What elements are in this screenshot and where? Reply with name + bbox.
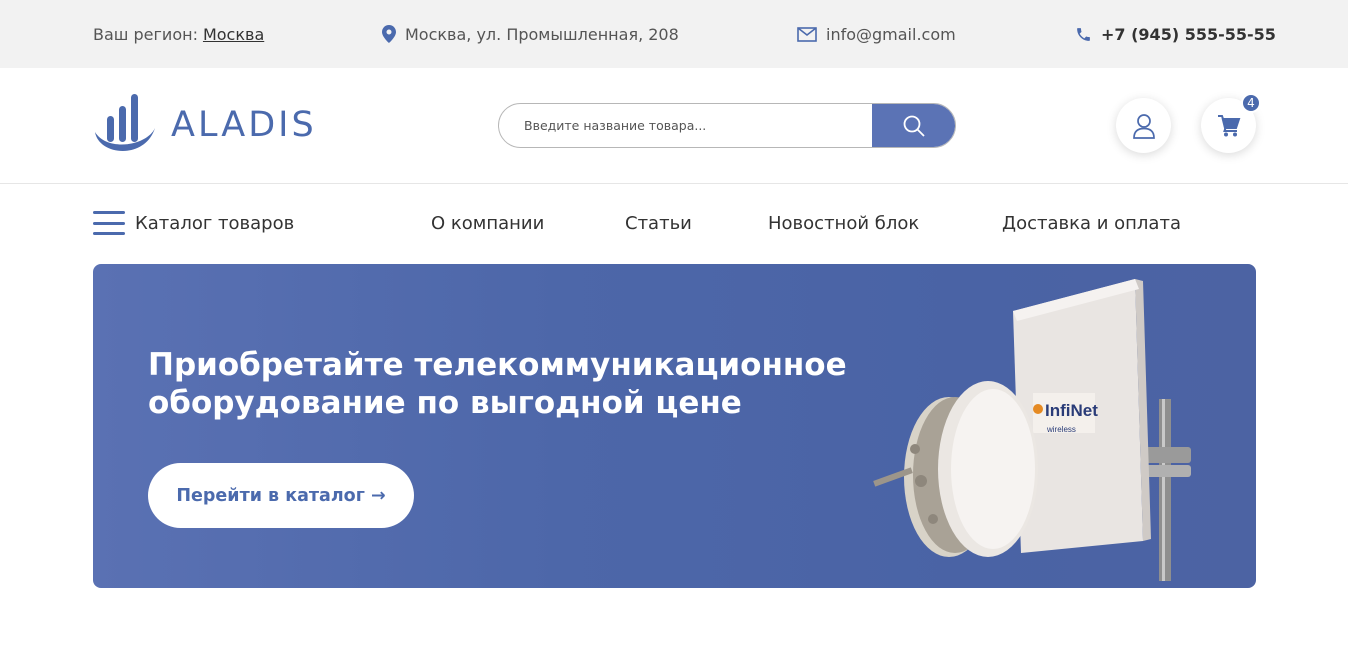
location-pin-icon	[382, 25, 396, 43]
address: Москва, ул. Промышленная, 208	[382, 0, 679, 68]
logo-mark-icon	[95, 94, 155, 151]
region-link[interactable]: Москва	[203, 25, 264, 44]
go-to-catalog-button[interactable]: Перейти в каталог →	[148, 463, 414, 528]
burger-menu-icon	[93, 211, 125, 235]
top-bar: Ваш регион: Москва Москва, ул. Промышлен…	[0, 0, 1348, 68]
search-bar	[498, 103, 956, 148]
email[interactable]: info@gmail.com	[797, 0, 956, 68]
phone-text: +7 (945) 555-55-55	[1101, 24, 1276, 44]
nav-link-about[interactable]: О компании	[431, 213, 544, 234]
region-label: Ваш регион:	[93, 24, 198, 44]
user-icon	[1132, 113, 1155, 139]
logo[interactable]: ALADIS	[93, 94, 317, 156]
nav-link-delivery[interactable]: Доставка и оплата	[1002, 213, 1181, 234]
email-text: info@gmail.com	[826, 24, 956, 44]
mail-icon	[797, 26, 817, 42]
search-icon	[903, 115, 925, 137]
address-text: Москва, ул. Промышленная, 208	[405, 24, 679, 44]
catalog-menu-button[interactable]: Каталог товаров	[93, 211, 294, 235]
nav-link-news[interactable]: Новостной блок	[768, 213, 919, 234]
product-sub-text: wireless	[1046, 425, 1076, 434]
product-brand-text: InfiNet	[1045, 401, 1098, 420]
logo-text: ALADIS	[171, 105, 317, 145]
search-input[interactable]	[499, 104, 872, 147]
banner-title: Приобретайте телекоммуникационное оборуд…	[148, 347, 847, 421]
nav-link-articles[interactable]: Статьи	[625, 213, 692, 234]
hero-banner: Приобретайте телекоммуникационное оборуд…	[93, 264, 1256, 588]
search-button[interactable]	[872, 104, 955, 147]
phone-icon	[1077, 27, 1090, 41]
phone[interactable]: +7 (945) 555-55-55	[1075, 0, 1276, 68]
antenna-equipment-image: InfiNet wireless	[873, 279, 1191, 581]
catalog-label: Каталог товаров	[135, 212, 295, 234]
account-button[interactable]	[1116, 98, 1171, 153]
cart-count-badge: 4	[1241, 93, 1261, 113]
region-selector: Ваш регион: Москва	[93, 0, 264, 68]
cart-icon	[1217, 114, 1240, 136]
header: ALADIS	[0, 68, 1348, 184]
main-nav: Каталог товаров О компании Статьи Новост…	[0, 184, 1348, 264]
